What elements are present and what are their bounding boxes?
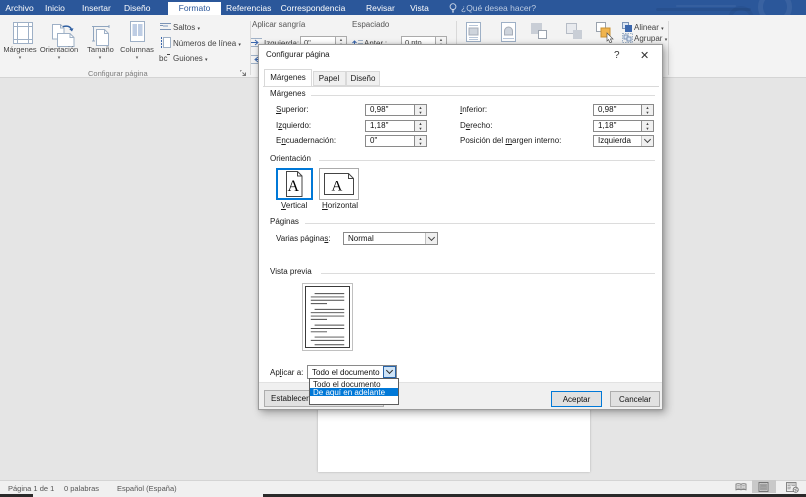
svg-text:A: A xyxy=(332,179,343,195)
svg-text:bc: bc xyxy=(159,54,167,62)
svg-text:A: A xyxy=(288,178,300,195)
